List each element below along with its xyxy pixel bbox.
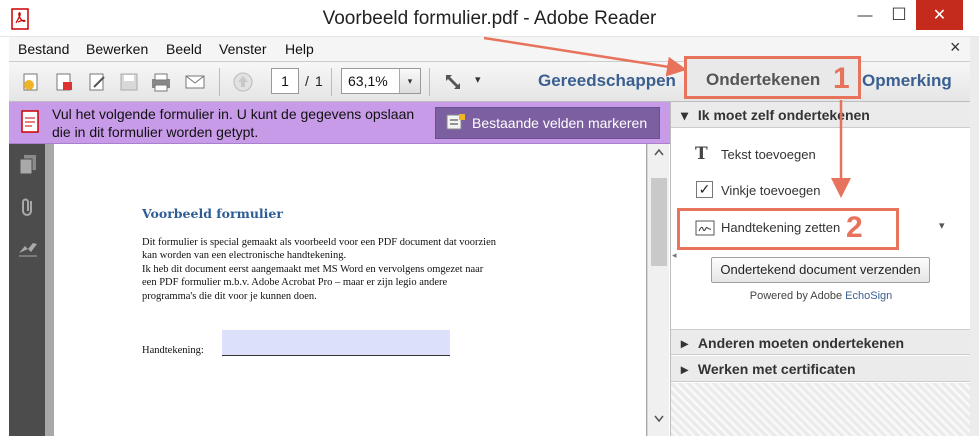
- annotation-arrows: [483, 36, 851, 198]
- annotation-arrow-1: [483, 36, 687, 77]
